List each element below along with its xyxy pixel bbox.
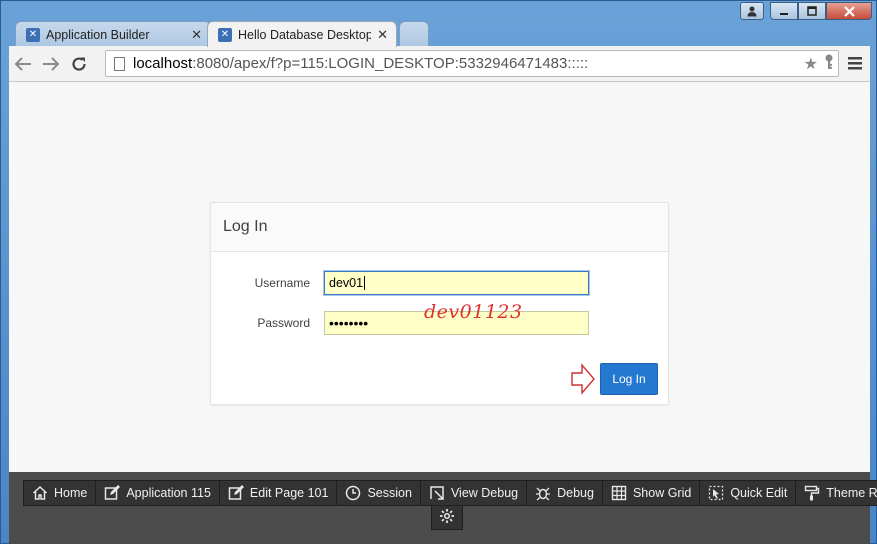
page-icon [114, 56, 125, 71]
key-icon[interactable] [824, 54, 834, 75]
bug-icon [535, 485, 551, 501]
devbar-session[interactable]: Session [337, 481, 421, 505]
devbar-show-grid[interactable]: Show Grid [603, 481, 701, 505]
devbar-theme-roller[interactable]: Theme Roller [796, 481, 877, 505]
page-viewport: Log In Username dev01 Password •••••••• … [9, 82, 870, 472]
login-title: Log In [211, 203, 668, 252]
tab-strip: ✕ Application Builder ✕ ✕ Hello Database… [15, 21, 429, 47]
developer-toolbar-items: Home Application 115 Edit Page 101 Sessi… [23, 480, 877, 506]
apex-favicon-icon: ✕ [218, 27, 232, 42]
user-profile-icon[interactable] [740, 2, 764, 20]
login-button[interactable]: Log In [600, 363, 658, 395]
forward-arrow-icon[interactable] [37, 50, 65, 78]
browser-window: ✕ Application Builder ✕ ✕ Hello Database… [0, 0, 877, 544]
username-label: Username [254, 276, 310, 290]
login-region: Log In Username dev01 Password •••••••• … [210, 202, 669, 405]
close-window-button[interactable] [826, 2, 872, 20]
devbar-home[interactable]: Home [24, 481, 97, 505]
new-tab-button[interactable] [399, 21, 429, 47]
password-row: Password •••••••• [211, 311, 589, 335]
back-arrow-icon[interactable] [9, 50, 37, 78]
devbar-edit-page[interactable]: Edit Page 101 [220, 481, 338, 505]
tab-close-icon[interactable]: ✕ [191, 27, 202, 43]
username-value: dev01 [329, 276, 364, 290]
home-icon [32, 485, 48, 501]
clock-icon [345, 485, 361, 501]
hamburger-menu-icon[interactable] [848, 54, 862, 75]
tab-hello-database[interactable]: ✕ Hello Database Desktop A ✕ [207, 21, 397, 47]
minimize-button[interactable] [770, 2, 798, 20]
tab-title: Hello Database Desktop A [238, 27, 372, 42]
tab-application-builder[interactable]: ✕ Application Builder ✕ [15, 21, 211, 47]
window-controls [740, 2, 872, 20]
tab-title: Application Builder [46, 27, 150, 42]
grid-icon [611, 485, 627, 501]
password-masked-value: •••••••• [329, 315, 369, 331]
gear-icon [439, 508, 455, 528]
url-text: localhost:8080/apex/f?p=115:LOGIN_DESKTO… [133, 55, 589, 72]
maximize-button[interactable] [798, 2, 826, 20]
address-bar[interactable]: localhost:8080/apex/f?p=115:LOGIN_DESKTO… [105, 50, 839, 77]
pointing-arrow-icon [571, 363, 595, 400]
text-caret [364, 276, 366, 290]
devbar-application[interactable]: Application 115 [96, 481, 220, 505]
username-row: Username dev01 [211, 271, 589, 295]
view-debug-icon [429, 485, 445, 501]
username-input[interactable]: dev01 [324, 271, 589, 295]
password-annotation: dev01123 [424, 301, 523, 323]
developer-toolbar: Home Application 115 Edit Page 101 Sessi… [9, 472, 877, 544]
devbar-quick-edit[interactable]: Quick Edit [700, 481, 797, 505]
apex-favicon-icon: ✕ [26, 27, 40, 42]
devbar-settings-button[interactable] [431, 505, 463, 530]
password-label: Password [257, 316, 310, 330]
edit-icon [104, 485, 121, 501]
title-bar: ✕ Application Builder ✕ ✕ Hello Database… [1, 1, 877, 47]
reload-icon[interactable] [65, 50, 93, 78]
tab-close-icon[interactable]: ✕ [377, 27, 388, 43]
edit-page-icon [228, 485, 244, 501]
bookmark-star-icon[interactable]: ★ [804, 54, 818, 75]
quick-edit-icon [708, 485, 724, 501]
browser-toolbar: localhost:8080/apex/f?p=115:LOGIN_DESKTO… [9, 46, 870, 82]
devbar-debug[interactable]: Debug [527, 481, 603, 505]
omnibox-actions: ★ [804, 54, 834, 75]
paint-roller-icon [804, 485, 820, 501]
devbar-view-debug[interactable]: View Debug [421, 481, 528, 505]
